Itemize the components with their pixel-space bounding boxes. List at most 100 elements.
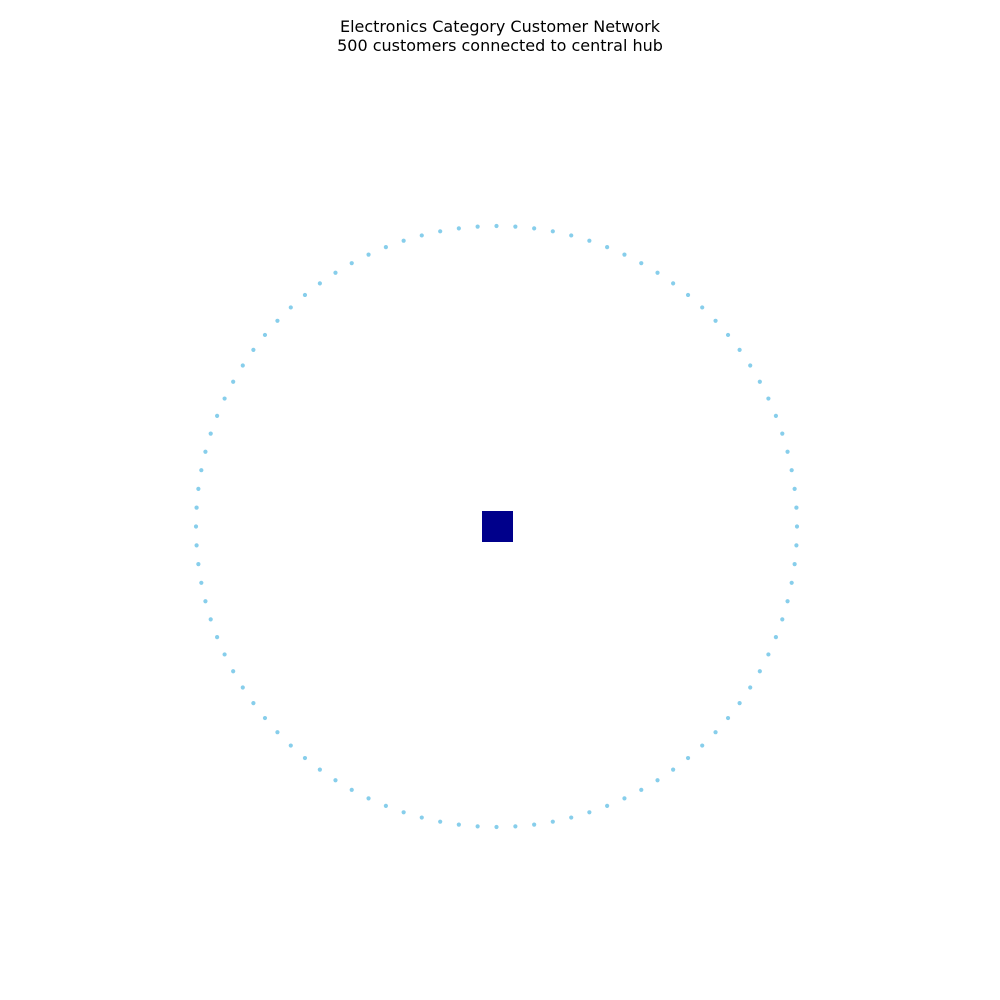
customer-node — [671, 767, 676, 772]
customer-node — [475, 824, 480, 829]
customer-node — [780, 617, 785, 622]
customer-node — [773, 413, 779, 418]
customer-node — [794, 505, 799, 510]
customer-node — [419, 233, 424, 238]
customer-node — [275, 730, 280, 735]
customer-node — [383, 803, 388, 809]
customer-node — [494, 824, 499, 830]
customer-node — [419, 815, 424, 820]
customer-node — [639, 787, 644, 792]
customer-node — [456, 226, 461, 231]
customer-node — [196, 486, 201, 491]
customer-node — [792, 562, 797, 567]
customer-node — [333, 270, 338, 275]
customer-node — [532, 226, 537, 231]
customer-node — [208, 617, 213, 622]
customer-node — [317, 767, 322, 772]
customer-node — [475, 224, 480, 229]
customer-node — [317, 281, 322, 286]
customer-node — [532, 822, 537, 827]
customer-node — [494, 223, 499, 229]
customer-node — [222, 652, 227, 657]
customer-node — [780, 431, 785, 436]
customer-node — [550, 819, 555, 824]
network-diagram — [193, 223, 800, 830]
customer-node — [251, 701, 256, 706]
customer-node — [700, 305, 705, 310]
customer-node — [785, 449, 790, 454]
customer-node — [302, 755, 308, 761]
customer-node — [288, 743, 293, 748]
customer-node — [757, 669, 762, 674]
customer-node — [349, 261, 354, 266]
customer-node — [794, 543, 799, 548]
customer-node — [366, 796, 371, 801]
customer-node — [203, 599, 208, 604]
customer-node — [513, 824, 518, 829]
customer-node — [194, 543, 199, 548]
customer-node — [766, 652, 771, 657]
customer-node — [203, 449, 208, 454]
customer-node — [794, 524, 800, 529]
customer-node — [208, 431, 213, 436]
customer-node — [789, 580, 794, 585]
customer-node — [789, 468, 794, 473]
customer-node — [587, 238, 592, 243]
customer-node — [401, 810, 406, 815]
customer-node — [215, 635, 220, 640]
customer-node — [792, 486, 797, 491]
customer-node — [737, 347, 742, 352]
central-hub-node — [482, 511, 513, 542]
customer-node — [438, 819, 443, 824]
customer-node — [251, 347, 256, 352]
customer-node — [550, 229, 555, 234]
customer-node — [671, 281, 676, 286]
customer-node — [605, 245, 610, 250]
customer-node — [587, 810, 592, 815]
customer-node — [288, 305, 293, 310]
customer-node — [199, 468, 204, 473]
customer-node — [713, 730, 718, 735]
customer-node — [569, 815, 574, 820]
customer-node — [622, 796, 627, 801]
customer-node — [748, 685, 753, 690]
customer-node — [655, 778, 660, 783]
customer-node — [773, 635, 779, 640]
customer-node — [222, 396, 227, 401]
customer-node — [401, 238, 406, 243]
customer-node — [275, 318, 280, 323]
customer-node — [655, 270, 660, 275]
customer-node — [713, 318, 718, 323]
customer-node — [231, 379, 236, 384]
customer-node — [193, 524, 199, 529]
customer-node — [240, 363, 245, 368]
customer-node — [685, 755, 691, 761]
customer-node — [383, 245, 388, 250]
customer-node — [231, 669, 236, 674]
customer-node — [605, 803, 610, 809]
customer-node — [737, 701, 742, 706]
customer-node — [302, 292, 308, 298]
customer-node — [766, 396, 771, 401]
customer-node — [513, 224, 518, 229]
customer-node — [194, 505, 199, 510]
customer-node — [333, 778, 338, 783]
customer-node — [349, 787, 354, 792]
customer-node — [456, 822, 461, 827]
customer-node — [569, 233, 574, 238]
customer-node — [215, 413, 220, 418]
customer-node — [622, 252, 627, 257]
customer-node — [438, 229, 443, 234]
customer-node — [262, 332, 268, 338]
customer-node — [785, 599, 790, 604]
customer-node — [725, 715, 731, 721]
customer-node — [196, 562, 201, 567]
customer-node — [757, 379, 762, 384]
customer-node — [199, 580, 204, 585]
customer-node — [748, 363, 753, 368]
customer-node — [262, 715, 268, 721]
customer-node — [639, 261, 644, 266]
customer-node — [366, 252, 371, 257]
customer-node — [700, 743, 705, 748]
customer-node — [240, 685, 245, 690]
